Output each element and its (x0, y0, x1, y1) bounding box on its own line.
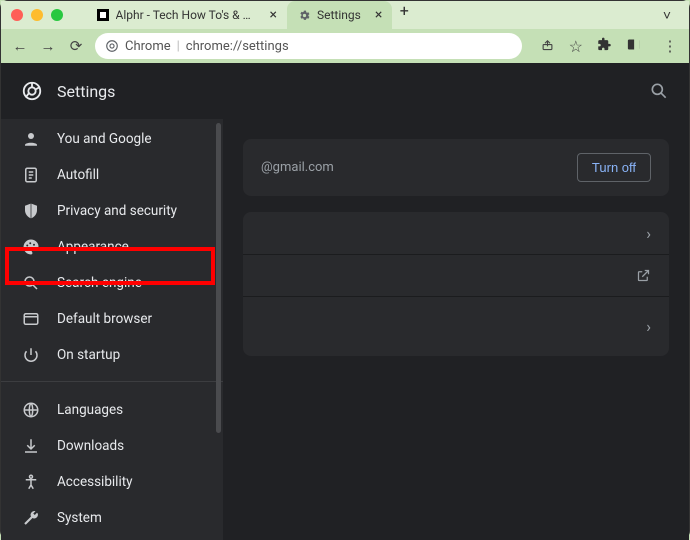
sync-email-snippet: @gmail.com (261, 160, 334, 175)
sidebar-item-system[interactable]: System (1, 500, 223, 536)
search-engine-icon (21, 274, 41, 292)
toolbar-actions: ☆ (540, 37, 641, 56)
close-tab-icon[interactable]: × (375, 7, 382, 23)
settings-row[interactable]: › (243, 296, 669, 356)
sidebar-item-appearance[interactable]: Appearance (1, 229, 223, 265)
bookmark-icon[interactable]: ☆ (569, 37, 583, 56)
minimize-window-icon[interactable] (31, 9, 43, 21)
settings-favicon-icon (297, 8, 311, 22)
omnibox-scheme: Chrome (125, 39, 171, 54)
sidebar-item-label: Privacy and security (57, 203, 177, 219)
sidebar-item-label: Default browser (57, 311, 152, 327)
sidebar-item-search-engine[interactable]: Search engine (1, 265, 223, 301)
settings-row[interactable]: › (243, 212, 669, 254)
tab-strip: Alphr - Tech How To's & Guides × Setting… (87, 1, 416, 29)
settings-row[interactable] (243, 254, 669, 296)
sidebar-item-privacy-security[interactable]: Privacy and security (1, 193, 223, 229)
settings-page: Settings You and Google Autofill Privacy… (1, 63, 689, 540)
back-button[interactable]: ← (11, 37, 29, 55)
tabs-menu-icon[interactable]: ˅ (663, 7, 679, 24)
search-icon[interactable] (649, 81, 669, 101)
share-icon[interactable] (540, 37, 555, 56)
close-window-icon[interactable] (11, 9, 23, 21)
omnibox-separator: | (177, 39, 180, 54)
download-icon (21, 437, 41, 455)
title-bar: Alphr - Tech How To's & Guides × Setting… (1, 1, 689, 29)
sidebar-divider (1, 381, 223, 382)
sidebar-item-label: Appearance (57, 239, 129, 255)
autofill-icon (21, 166, 41, 184)
tab-title: Alphr - Tech How To's & Guides (116, 8, 256, 22)
turn-off-button[interactable]: Turn off (577, 153, 651, 182)
tab-title: Settings (317, 8, 361, 22)
power-icon (21, 346, 41, 364)
page-title: Settings (57, 82, 115, 101)
sidebar-item-label: System (57, 510, 102, 526)
person-icon (21, 130, 41, 148)
sidebar-item-label: You and Google (57, 131, 152, 147)
chevron-right-icon: › (646, 317, 651, 336)
toolbar: ← → ⟳ Chrome | chrome://settings ☆ ⋮ (1, 29, 689, 63)
wrench-icon (21, 509, 41, 527)
main-panel: @gmail.com Turn off › › (223, 119, 689, 540)
sidebar-item-downloads[interactable]: Downloads (1, 428, 223, 464)
sidebar-item-default-browser[interactable]: Default browser (1, 301, 223, 337)
accessibility-icon (21, 473, 41, 491)
palette-icon (21, 238, 41, 256)
browser-icon (21, 310, 41, 328)
chrome-logo-icon (21, 80, 43, 102)
sidebar-item-autofill[interactable]: Autofill (1, 157, 223, 193)
window-controls (11, 9, 63, 21)
tab-alphr[interactable]: Alphr - Tech How To's & Guides × (87, 1, 287, 29)
sidebar-item-label: Accessibility (57, 474, 133, 490)
external-link-icon (636, 268, 651, 283)
sidebar-item-label: Autofill (57, 167, 99, 183)
sync-card: @gmail.com Turn off (243, 139, 669, 196)
sidebar-item-accessibility[interactable]: Accessibility (1, 464, 223, 500)
omnibox-url: chrome://settings (186, 39, 289, 54)
sidebar-item-label: Search engine (57, 275, 142, 291)
side-panel-icon[interactable] (626, 37, 641, 56)
reload-button[interactable]: ⟳ (67, 37, 85, 55)
sidebar-scrollbar[interactable] (216, 123, 221, 433)
sidebar-item-label: Downloads (57, 438, 124, 454)
chrome-icon (105, 39, 119, 53)
page-title-group: Settings (21, 80, 115, 102)
sidebar-item-on-startup[interactable]: On startup (1, 337, 223, 373)
sidebar-item-languages[interactable]: Languages (1, 392, 223, 428)
new-tab-button[interactable]: + (392, 1, 416, 29)
sidebar: You and Google Autofill Privacy and secu… (1, 119, 223, 540)
chevron-right-icon: › (646, 224, 651, 243)
browser-menu-icon[interactable]: ⋮ (661, 37, 679, 55)
sidebar-item-label: On startup (57, 347, 120, 363)
address-bar[interactable]: Chrome | chrome://settings (95, 33, 522, 59)
tab-settings[interactable]: Settings × (287, 1, 392, 29)
extensions-icon[interactable] (597, 37, 612, 56)
close-tab-icon[interactable]: × (270, 7, 277, 23)
page-header: Settings (1, 63, 689, 119)
sidebar-item-label: Languages (57, 402, 123, 418)
alphr-favicon-icon (97, 8, 110, 22)
shield-icon (21, 202, 41, 220)
maximize-window-icon[interactable] (51, 9, 63, 21)
forward-button[interactable]: → (39, 37, 57, 55)
sidebar-item-you-and-google[interactable]: You and Google (1, 121, 223, 157)
globe-icon (21, 401, 41, 419)
